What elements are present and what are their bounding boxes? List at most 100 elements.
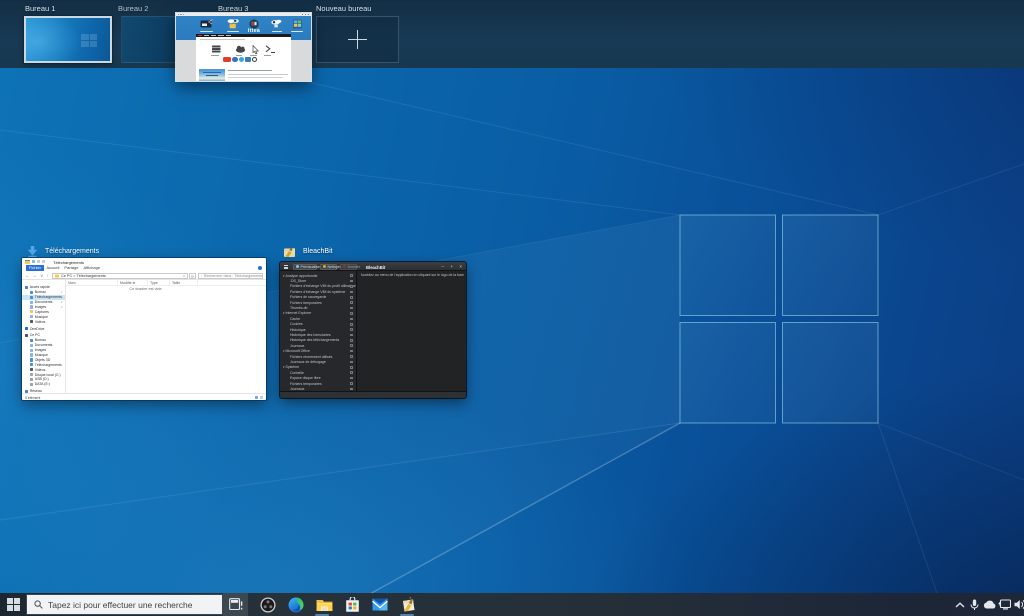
taskbar-search-box[interactable]: Tapez ici pour effectuer une recherche xyxy=(26,594,223,615)
empty-folder-text: Ce dossier est vide. xyxy=(66,287,226,291)
cleaner-checkbox[interactable] xyxy=(350,344,353,347)
explorer-statusbar: 0 élément xyxy=(22,393,266,400)
close-button[interactable]: × xyxy=(459,264,462,269)
taskbar-app-bleachbit[interactable] xyxy=(394,593,422,616)
nav-item-icon xyxy=(30,349,33,352)
tray-cast-display-icon[interactable] xyxy=(997,593,1012,616)
address-dropdown-icon[interactable]: ∨ xyxy=(183,274,185,278)
nav-item[interactable]: DATA (E:) ∨ xyxy=(22,382,65,387)
nav-item-icon xyxy=(30,310,33,313)
cleaner-label: Corbeille xyxy=(290,371,304,375)
taskbar-app-store[interactable] xyxy=(338,593,366,616)
cleaner-checkbox[interactable] xyxy=(350,371,353,374)
cleaner-checkbox[interactable] xyxy=(350,382,353,385)
cleaner-label: Cookies xyxy=(290,322,303,326)
chevron-down-icon[interactable]: ∨ xyxy=(61,290,63,294)
nav-item[interactable]: Vidéos ∨ xyxy=(22,319,65,324)
maximize-button[interactable]: + xyxy=(450,264,453,269)
cleaner-label: Journaux de débogage xyxy=(290,360,326,364)
nav-item[interactable]: OneDrive ∨ xyxy=(22,326,65,331)
facebook-icon xyxy=(232,57,238,63)
preview-button[interactable]: Prévisualiser xyxy=(293,264,317,270)
cleaner-label: Cache xyxy=(290,317,300,321)
cleaner-checkbox[interactable] xyxy=(350,350,353,353)
cleaner-checkbox[interactable] xyxy=(350,312,353,315)
tray-onedrive-icon[interactable] xyxy=(982,593,997,616)
tray-chevron-up-icon[interactable] xyxy=(952,593,967,616)
desktop-icon-label xyxy=(200,31,213,32)
linkedin-icon xyxy=(245,57,251,63)
cleaner-checkbox[interactable] xyxy=(350,377,353,380)
start-button[interactable] xyxy=(0,593,26,616)
taskbar-app-file-explorer[interactable] xyxy=(310,593,338,616)
expander-icon[interactable]: ▾ xyxy=(283,311,285,315)
cleaner-checkbox[interactable] xyxy=(350,301,353,304)
cleaner-checkbox[interactable] xyxy=(350,280,353,283)
nav-item-label: Vidéos xyxy=(35,320,46,324)
view-toggle-icons[interactable] xyxy=(255,396,264,400)
youtube-icon xyxy=(223,57,231,63)
cleaner-checkbox[interactable] xyxy=(350,388,353,391)
chevron-down-icon[interactable]: ∨ xyxy=(61,305,63,309)
pin-icon xyxy=(32,260,35,263)
ribbon-help-icon[interactable] xyxy=(258,266,262,270)
column-header[interactable]: Type xyxy=(148,280,170,285)
explorer-nav-arrows[interactable]: ←→∨↑ xyxy=(25,273,49,279)
explorer-search-box[interactable]: Rechercher dans : Téléchargements xyxy=(198,273,263,279)
expander-icon[interactable]: ▾ xyxy=(283,349,285,353)
article-text-line xyxy=(228,74,288,75)
taskbar-app-mail[interactable] xyxy=(366,593,394,616)
expander-icon[interactable]: ▾ xyxy=(283,274,285,278)
nav-item-label: Ce PC xyxy=(30,333,40,337)
nav-item-label: Accès rapide xyxy=(30,285,50,289)
desktop-thumbnail-bureau-1[interactable] xyxy=(24,16,112,63)
cleaner-checkbox[interactable] xyxy=(350,323,353,326)
expander-icon[interactable]: ▾ xyxy=(283,365,285,369)
nav-item-label: Objets 3D xyxy=(35,358,51,362)
tray-microphone-icon[interactable] xyxy=(967,593,982,616)
cleaner-label: Internet Explorer xyxy=(286,311,312,315)
column-header[interactable]: Modifié le xyxy=(118,280,148,285)
cleaner-checkbox[interactable] xyxy=(350,366,353,369)
cleaner-checkbox[interactable] xyxy=(350,339,353,342)
explorer-address-bar[interactable]: Ce PC > Téléchargements ∨ xyxy=(52,273,188,279)
undo-icon xyxy=(37,260,40,263)
explorer-thumb-header[interactable]: Téléchargements xyxy=(27,245,99,258)
bleachbit-thumb-header[interactable]: BleachBit xyxy=(283,245,333,258)
explorer-titlebar: Téléchargements xyxy=(22,258,266,265)
column-header[interactable]: Nom xyxy=(66,280,118,285)
cleaner-checkbox[interactable] xyxy=(350,307,353,310)
tray-volume-icon[interactable] xyxy=(1012,593,1024,616)
navbar-menu-item xyxy=(226,35,231,36)
cleaner-checkbox[interactable] xyxy=(350,328,353,331)
cleaner-checkbox[interactable] xyxy=(350,291,353,294)
terminal-icon xyxy=(266,46,275,53)
cleaner-checkbox[interactable] xyxy=(350,296,353,299)
cleaner-checkbox[interactable] xyxy=(350,274,353,277)
abort-button[interactable]: Annuler xyxy=(340,264,357,270)
chevron-down-icon[interactable]: ∨ xyxy=(61,300,63,304)
bleachbit-window-thumbnail[interactable]: Prévisualiser Nettoyer Annuler BleachBit… xyxy=(280,262,466,398)
cleaner-checkbox[interactable] xyxy=(350,355,353,358)
cleaner-checkbox[interactable] xyxy=(350,285,353,288)
minimize-button[interactable]: − xyxy=(441,264,444,269)
hamburger-icon[interactable] xyxy=(284,265,288,270)
chevron-down-icon[interactable]: ∨ xyxy=(61,295,63,299)
clean-button[interactable]: Nettoyer xyxy=(320,264,337,270)
new-desktop-button[interactable] xyxy=(316,16,399,63)
explorer-window-thumbnail[interactable]: Téléchargements Fichier AccueilPartageAf… xyxy=(22,258,266,400)
taskbar: Tapez ici pour effectuer une recherche xyxy=(0,593,1024,616)
task-view-icon xyxy=(229,598,243,611)
cleaner-checkbox[interactable] xyxy=(350,318,353,321)
taskbar-app-edge[interactable] xyxy=(282,593,310,616)
cleaner-checkbox[interactable] xyxy=(350,334,353,337)
taskbar-app-obs[interactable] xyxy=(254,593,282,616)
article-title-line xyxy=(228,70,272,72)
column-header[interactable]: Taille xyxy=(170,280,198,285)
nav-item-icon xyxy=(30,383,33,386)
desktop-preview-popup-bureau-3[interactable]: ittea xyxy=(176,13,311,81)
refresh-button[interactable]: ⟳ xyxy=(189,273,196,279)
cleaner-checkbox[interactable] xyxy=(350,361,353,364)
explorer-thumb-label: Téléchargements xyxy=(45,248,99,255)
task-view-button[interactable] xyxy=(223,593,248,616)
